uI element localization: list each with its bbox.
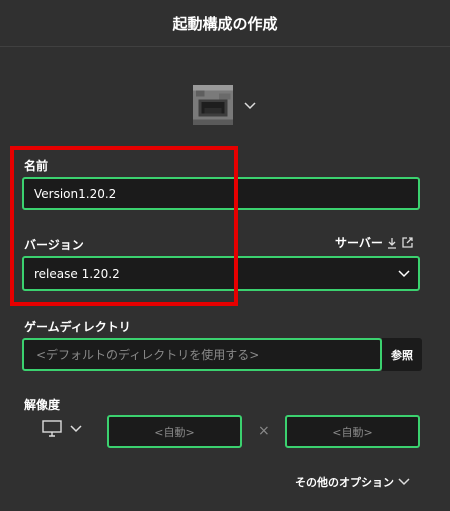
- resolution-height-input[interactable]: <自動>: [285, 415, 420, 448]
- chevron-down-icon: [244, 102, 256, 110]
- chevron-down-icon: [70, 424, 82, 432]
- name-value: Version1.20.2: [34, 186, 117, 201]
- chevron-down-icon: [398, 269, 410, 277]
- version-value: release 1.20.2: [34, 266, 120, 281]
- download-icon: [387, 237, 396, 249]
- version-label: バージョン: [24, 238, 84, 252]
- name-label: 名前: [24, 159, 49, 173]
- browse-button-label: 参照: [391, 348, 413, 362]
- dialog-header: 起動構成の作成: [0, 0, 450, 47]
- icon-picker[interactable]: [190, 82, 256, 128]
- resolution-preset-dropdown[interactable]: [42, 420, 82, 437]
- version-select[interactable]: release 1.20.2: [22, 256, 420, 291]
- server-link-label: サーバー: [335, 236, 383, 250]
- game-dir-label: ゲームディレクトリ: [24, 320, 131, 334]
- name-input[interactable]: Version1.20.2: [22, 177, 420, 210]
- width-placeholder: <自動>: [154, 425, 195, 439]
- more-options-toggle[interactable]: その他のオプション: [295, 474, 410, 490]
- resolution-label: 解像度: [24, 398, 61, 412]
- dialog-title: 起動構成の作成: [172, 14, 278, 33]
- resolution-separator: ×: [258, 423, 270, 439]
- more-options-label: その他のオプション: [295, 476, 394, 489]
- furnace-icon: [192, 84, 234, 126]
- server-link[interactable]: サーバー: [335, 234, 414, 251]
- game-dir-input[interactable]: <デフォルトのディレクトリを使用する>: [22, 338, 382, 371]
- resolution-width-input[interactable]: <自動>: [107, 415, 242, 448]
- chevron-down-icon: [398, 478, 410, 486]
- browse-button[interactable]: 参照: [382, 338, 422, 371]
- game-dir-placeholder: <デフォルトのディレクトリを使用する>: [36, 348, 260, 362]
- monitor-icon: [42, 420, 62, 437]
- external-link-icon: [402, 237, 413, 248]
- height-placeholder: <自動>: [332, 425, 373, 439]
